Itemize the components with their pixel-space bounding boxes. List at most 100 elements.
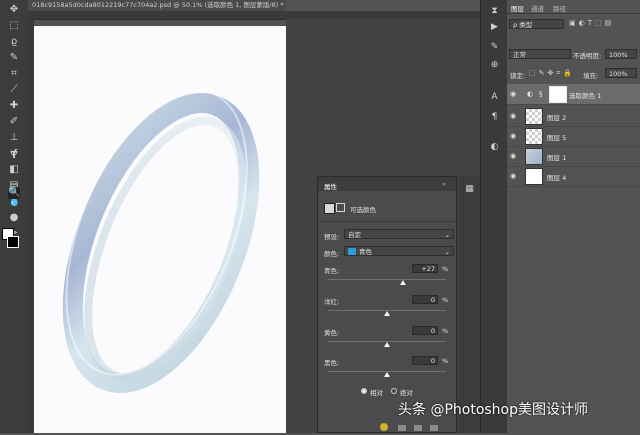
absolute-label: 绝对 <box>400 389 413 397</box>
layer-row[interactable]: ◉ 图层 5 <box>507 126 640 147</box>
layer-row[interactable]: ◉ 图层 2 <box>507 106 640 127</box>
chain-link-icon[interactable]: § <box>539 90 543 98</box>
slider-knob[interactable] <box>384 372 390 377</box>
layer-thumbnail <box>525 168 543 185</box>
crop-icon[interactable]: ⌗ <box>8 68 20 80</box>
clone-source-icon[interactable]: ⊕ <box>489 60 500 71</box>
eye-icon[interactable]: ◉ <box>510 132 518 140</box>
trash-icon[interactable] <box>430 425 438 431</box>
reset-icon[interactable] <box>398 425 406 431</box>
eye-icon[interactable]: ◉ <box>510 90 518 98</box>
healing-icon[interactable]: ✚ <box>8 100 20 112</box>
adjustment-layer-icon: ◐ <box>527 90 534 98</box>
tools-panel: ✥ ⬚ ϱ ✎ ⌗ ⟋ ✚ ✐ ⊥ ↺ ◧ ▤ 💧 ● ✒ T 🔍 <box>0 0 29 433</box>
type-icon[interactable]: T <box>8 150 20 162</box>
absolute-radio[interactable] <box>391 388 397 394</box>
slider-value-field[interactable]: 0 <box>412 326 438 335</box>
eye-icon[interactable]: ◉ <box>510 172 518 180</box>
colors-value: 青色 <box>359 248 372 256</box>
preset-label: 预设: <box>324 233 340 241</box>
adjustment-mask-icon <box>324 203 335 214</box>
eye-icon[interactable]: ◉ <box>510 152 518 160</box>
layer-row[interactable]: ◉ ◐ § 选取颜色 1 <box>507 84 640 105</box>
layer-name: 选取颜色 1 <box>569 92 602 100</box>
brush-icon[interactable]: ✐ <box>8 116 20 128</box>
history-icon[interactable]: ⧗ <box>489 6 500 17</box>
dodge-icon[interactable]: ● <box>8 212 20 224</box>
slider-label: 黄色: <box>324 329 340 337</box>
slider-unit: % <box>442 327 449 335</box>
lock-icons[interactable]: ⬚✎✥⌗🔒 <box>529 69 575 78</box>
fill-field[interactable]: 100% <box>605 68 637 78</box>
slider-knob[interactable] <box>399 280 406 285</box>
layer-name: 图层 2 <box>547 114 567 122</box>
blend-mode-value: 正常 <box>513 51 526 59</box>
layer-row[interactable]: ◉ 图层 1 <box>507 146 640 167</box>
opacity-value: 100% <box>609 51 628 59</box>
properties-panel: 属性 » 可选颜色 预设: 自定 ⌄ 颜色: 青色 ⌄ 青色: +27% 洋红: 0%… <box>317 176 457 433</box>
layer-row[interactable]: ◉ 图层 4 <box>507 166 640 187</box>
background-color-swatch[interactable] <box>7 236 19 248</box>
fill-value: 100% <box>609 70 628 78</box>
blend-mode-dropdown[interactable]: 正常 <box>509 49 571 59</box>
stamp-icon[interactable]: ⊥ <box>8 132 20 144</box>
brushes-icon[interactable]: ✎ <box>489 42 500 53</box>
adjustment-type-label: 可选颜色 <box>350 206 376 214</box>
layer-name: 图层 5 <box>547 134 567 142</box>
slider-value-field[interactable]: 0 <box>412 356 438 365</box>
properties-side-strip: ▦ <box>458 176 480 433</box>
adjustments-icon[interactable]: ◐ <box>489 142 500 153</box>
layer-name: 图层 4 <box>547 174 567 182</box>
color-swatch <box>348 248 356 255</box>
histogram-icon[interactable]: ▦ <box>464 184 475 195</box>
document-canvas[interactable] <box>34 26 286 433</box>
slider-unit: % <box>442 296 449 304</box>
filter-kind-dropdown[interactable]: ρ 类型 <box>509 19 564 29</box>
actions-icon[interactable]: ▶ <box>489 22 500 33</box>
slider-value-field[interactable]: +27 <box>412 264 438 273</box>
slider-knob[interactable] <box>384 342 390 347</box>
fill-label: 填充: <box>583 72 599 80</box>
layer-mask-thumbnail[interactable] <box>549 86 567 103</box>
paragraph-icon[interactable]: ¶ <box>489 112 500 123</box>
view-previous-icon[interactable] <box>380 423 388 431</box>
chevron-down-icon: ⌄ <box>444 248 450 256</box>
relative-radio[interactable] <box>361 388 367 394</box>
slider-unit: % <box>442 265 449 273</box>
selective-color-icon <box>336 203 345 212</box>
preset-value: 自定 <box>348 231 361 239</box>
filter-icons[interactable]: ▣◐T⬚▤ <box>569 19 633 29</box>
visibility-icon[interactable] <box>414 425 422 431</box>
character-icon[interactable]: A <box>489 92 500 103</box>
eyedropper-icon[interactable]: ⟋ <box>8 84 20 96</box>
layer-thumbnail <box>525 148 543 165</box>
tab-layers[interactable]: 图层 <box>511 3 524 13</box>
slider-knob[interactable] <box>384 311 390 316</box>
marquee-icon[interactable]: ⬚ <box>8 20 20 32</box>
panel-collapse-icon[interactable]: » <box>442 180 446 188</box>
opacity-field[interactable]: 100% <box>605 49 637 59</box>
slider-track[interactable] <box>328 279 446 280</box>
properties-tab[interactable]: 属性 <box>324 181 337 191</box>
layer-thumbnail <box>525 108 543 125</box>
document-tab[interactable]: 018c9158a5d0cda8012219c77c704a2.psd @ 50… <box>28 0 286 11</box>
divider <box>318 221 456 222</box>
layer-thumbnail <box>525 128 543 145</box>
move-icon[interactable]: ✥ <box>8 4 20 16</box>
lock-label: 锁定: <box>510 72 526 80</box>
lasso-icon[interactable]: ϱ <box>8 36 20 48</box>
zoom-icon[interactable]: 🔍 <box>8 187 20 199</box>
quick-select-icon[interactable]: ✎ <box>8 52 20 64</box>
eraser-icon[interactable]: ◧ <box>8 164 20 176</box>
colors-dropdown[interactable]: 青色 ⌄ <box>344 246 454 256</box>
tab-channels[interactable]: 通道 <box>531 3 544 13</box>
layers-panel: 图层 通道 路径 ρ 类型 ▣◐T⬚▤ 正常 不透明度: 100% 锁定: ⬚✎… <box>507 0 640 433</box>
slider-value-field[interactable]: 0 <box>412 295 438 304</box>
slider-label: 洋红: <box>324 298 340 306</box>
eye-icon[interactable]: ◉ <box>510 112 518 120</box>
slider-label: 黑色: <box>324 359 340 367</box>
relative-label: 相对 <box>370 389 383 397</box>
layer-name: 图层 1 <box>547 154 567 162</box>
preset-dropdown[interactable]: 自定 ⌄ <box>344 229 454 239</box>
tab-paths[interactable]: 路径 <box>553 3 566 13</box>
